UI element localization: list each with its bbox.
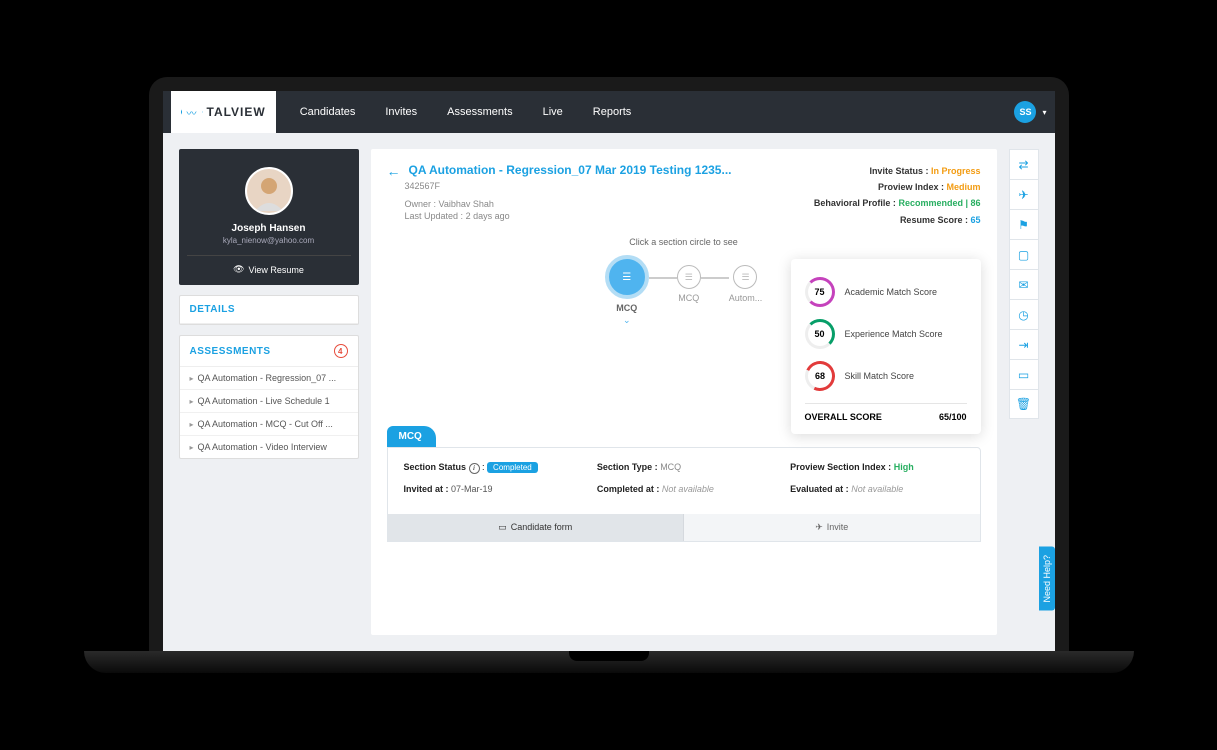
section-circle[interactable]: ☰ — [733, 265, 757, 289]
chevron-down-icon: ▾ — [1042, 108, 1046, 117]
user-menu[interactable]: SS ▾ — [1014, 101, 1046, 123]
assessments-panel: ASSESSMENTS 4 ▸ QA Automation - Regressi… — [179, 335, 359, 459]
behavioral-value: Recommended | 86 — [898, 198, 980, 208]
users-icon[interactable]: ⚑ — [1009, 209, 1039, 239]
invite-button[interactable]: ✈ Invite — [684, 514, 980, 541]
back-arrow-icon[interactable]: ← — [387, 163, 401, 179]
send-icon[interactable]: ✈ — [1009, 179, 1039, 209]
clipboard-icon[interactable]: ▢ — [1009, 239, 1039, 269]
section-completed: Completed at : Not available — [597, 484, 770, 494]
details-title: DETAILS — [180, 296, 358, 324]
topbar: 〰 TALVIEW Candidates Invites Assessments… — [163, 91, 1055, 133]
right-rail: ⇄ ✈ ⚑ ▢ ✉ ◷ ⇥ ▭ 🗑 — [1009, 149, 1039, 635]
nav-invites[interactable]: Invites — [385, 106, 417, 118]
swap-icon[interactable]: ⇄ — [1009, 149, 1039, 179]
invite-status-value: In Progress — [931, 166, 981, 176]
section-status: Section Status i : Completed — [404, 462, 577, 474]
info-icon[interactable]: i — [469, 463, 480, 474]
view-resume-button[interactable]: 👁 View Resume — [187, 255, 351, 275]
main-nav: Candidates Invites Assessments Live Repo… — [300, 106, 632, 118]
need-help-button[interactable]: Need Help? — [1039, 547, 1055, 611]
section-tab[interactable]: MCQ — [387, 426, 436, 447]
nav-live[interactable]: Live — [543, 106, 563, 118]
list-icon: ☰ — [622, 272, 631, 283]
section-circle-active[interactable]: ☰ — [605, 255, 649, 299]
section-circle-label: MCQ — [678, 293, 699, 303]
section-type: Section Type : MCQ — [597, 462, 770, 474]
delete-icon[interactable]: 🗑 — [1009, 389, 1039, 419]
user-avatar: SS — [1014, 101, 1036, 123]
proview-index-value: Medium — [946, 182, 980, 192]
score-popover: 75 Academic Match Score 50 Experience Ma… — [791, 259, 981, 434]
view-resume-label: View Resume — [249, 265, 304, 275]
section-invited: Invited at : 07-Mar-19 — [404, 484, 577, 494]
profile-email: kyla_nienow@yahoo.com — [187, 236, 351, 245]
nav-reports[interactable]: Reports — [593, 106, 632, 118]
stats-block: Invite Status : In Progress Proview Inde… — [814, 163, 981, 228]
resume-score-value: 65 — [970, 215, 980, 225]
academic-score-label: Academic Match Score — [845, 287, 938, 297]
list-item[interactable]: QA Automation - Regression_07 ... — [180, 367, 358, 390]
page-title[interactable]: QA Automation - Regression_07 Mar 2019 T… — [409, 163, 732, 177]
logo-icon: 〰 — [181, 101, 203, 123]
overall-score-value: 65/100 — [939, 412, 967, 422]
section-circle[interactable]: ☰ — [677, 265, 701, 289]
skill-score-label: Skill Match Score — [845, 371, 915, 381]
section-proview: Proview Section Index : High — [790, 462, 963, 474]
monitor-icon[interactable]: ▭ — [1009, 359, 1039, 389]
mail-icon[interactable]: ✉ — [1009, 269, 1039, 299]
brand-logo[interactable]: 〰 TALVIEW — [171, 91, 276, 133]
assessments-title-text: ASSESSMENTS — [190, 346, 271, 357]
list-item[interactable]: QA Automation - Live Schedule 1 — [180, 390, 358, 413]
chevron-down-icon: ⌄ — [623, 315, 631, 326]
profile-card: Joseph Hansen kyla_nienow@yahoo.com 👁 Vi… — [179, 149, 359, 285]
status-badge: Completed — [487, 462, 538, 473]
eye-icon: 👁 — [233, 264, 244, 275]
profile-name: Joseph Hansen — [187, 223, 351, 234]
assessments-title: ASSESSMENTS 4 — [180, 336, 358, 367]
details-panel[interactable]: DETAILS — [179, 295, 359, 325]
section-evaluated: Evaluated at : Not available — [790, 484, 963, 494]
brand-name: TALVIEW — [207, 105, 266, 119]
list-item[interactable]: QA Automation - Video Interview — [180, 436, 358, 458]
experience-score-ring: 50 — [805, 319, 835, 349]
academic-score-ring: 75 — [805, 277, 835, 307]
nav-assessments[interactable]: Assessments — [447, 106, 512, 118]
overall-score-label: OVERALL SCORE — [805, 412, 882, 422]
candidate-form-button[interactable]: ▭ Candidate form — [388, 514, 685, 541]
skill-score-ring: 68 — [800, 357, 838, 395]
assessments-count-badge: 4 — [334, 344, 348, 358]
list-item[interactable]: QA Automation - MCQ - Cut Off ... — [180, 413, 358, 436]
profile-photo — [245, 167, 293, 215]
section-circle-label: Autom... — [729, 293, 763, 303]
document-icon: ▭ — [498, 522, 507, 533]
main-content: ← QA Automation - Regression_07 Mar 2019… — [371, 149, 997, 635]
nav-candidates[interactable]: Candidates — [300, 106, 356, 118]
section-panel: MCQ Section Status i : Completed Section… — [387, 426, 981, 542]
clock-icon[interactable]: ◷ — [1009, 299, 1039, 329]
section-circle-label: MCQ — [616, 303, 637, 313]
sections-hint: Click a section circle to see — [387, 237, 981, 247]
send-icon: ✈ — [815, 522, 823, 533]
export-icon[interactable]: ⇥ — [1009, 329, 1039, 359]
experience-score-label: Experience Match Score — [845, 329, 943, 339]
